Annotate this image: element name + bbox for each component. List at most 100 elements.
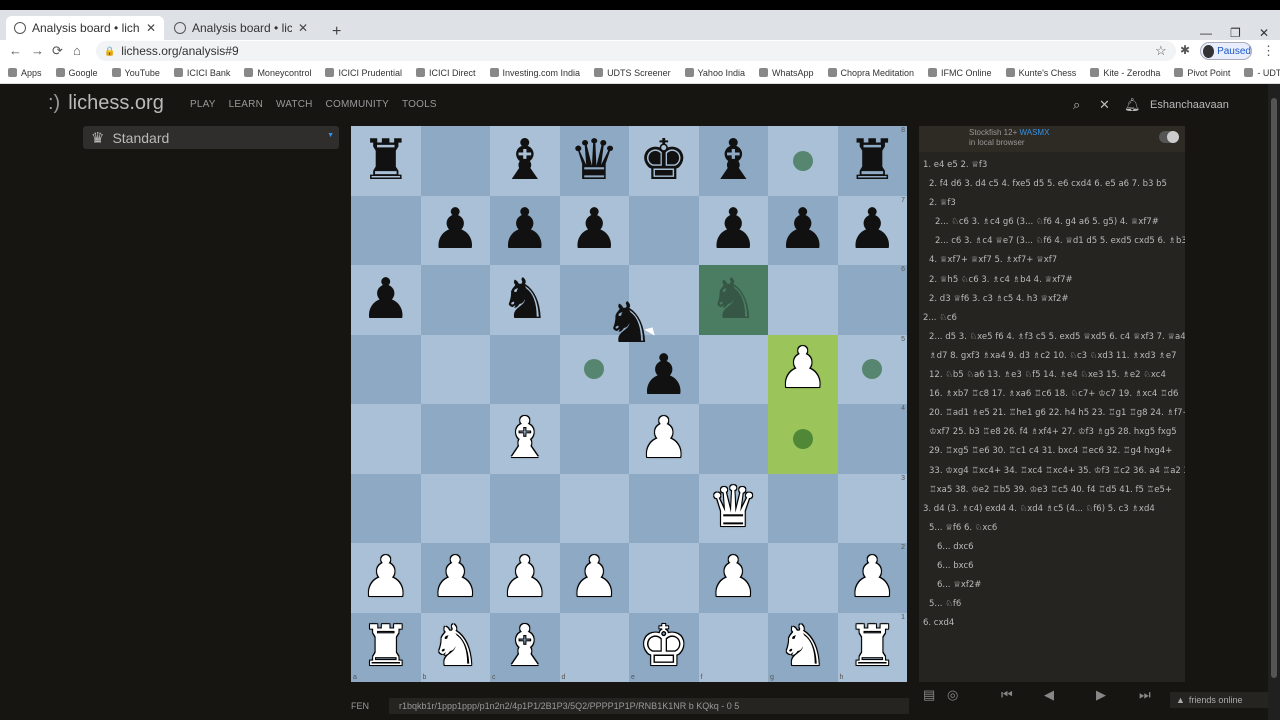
last-move-button[interactable]: ⏭	[1139, 687, 1151, 703]
white-pawn-piece[interactable]: ♟	[430, 549, 480, 606]
bookmark-item[interactable]: Moneycontrol	[244, 68, 311, 78]
bookmark-item[interactable]: Kunte's Chess	[1005, 68, 1076, 78]
black-pawn-piece[interactable]: ♟	[639, 348, 689, 404]
black-pawn-piece[interactable]: ♟	[569, 202, 619, 258]
square-a3[interactable]	[351, 473, 421, 543]
move-line[interactable]: 12. ♘b5 ♘a6 13. ♗e3 ♘f5 14. ♗e4 ♘xe3 15.…	[923, 366, 1185, 385]
square-e7[interactable]	[629, 195, 699, 265]
bookmark-item[interactable]: ICICI Prudential	[325, 68, 402, 78]
black-king-piece[interactable]: ♚	[639, 132, 689, 189]
site-logo[interactable]: :) lichess.org	[48, 92, 164, 115]
move-line[interactable]: 5... ♕f6 6. ♘xc6	[923, 519, 1185, 538]
white-bishop-piece[interactable]: ♝	[500, 410, 550, 467]
book-icon[interactable]: ▤	[923, 687, 935, 703]
move-line[interactable]: 2... ♘c6 3. ♗c4 g6 (3... ♘f6 4. g4 a6 5.…	[923, 213, 1185, 232]
white-pawn-piece[interactable]: ♟	[778, 341, 828, 397]
nav-community[interactable]: COMMUNITY	[326, 99, 389, 110]
move-line[interactable]: 6... ♕xf2#	[923, 576, 1185, 595]
bookmark-star-icon[interactable]: ☆	[1155, 43, 1167, 59]
square-h2[interactable]: ♟ 2	[837, 543, 907, 613]
square-b5[interactable]	[420, 334, 490, 404]
square-a6[interactable]: ♟	[351, 265, 421, 335]
square-a2[interactable]: ♟	[351, 543, 421, 613]
new-tab-button[interactable]: +	[332, 23, 341, 41]
black-bishop-piece[interactable]: ♝	[500, 132, 550, 189]
black-rook-piece[interactable]: ♜	[361, 132, 411, 189]
forward-button[interactable]: →	[31, 43, 44, 58]
fen-input[interactable]: r1bqkb1r/1ppp1ppp/p1n2n2/4p1P1/2B1P3/5Q2…	[389, 698, 909, 714]
square-g5[interactable]: ♟	[768, 334, 838, 404]
square-c7[interactable]: ♟	[490, 195, 560, 265]
square-f5[interactable]	[698, 334, 768, 404]
white-queen-piece[interactable]: ♛	[708, 480, 758, 536]
move-line[interactable]: 6... bxc6	[923, 557, 1185, 576]
white-pawn-piece[interactable]: ♟	[569, 549, 619, 606]
square-b1[interactable]: ♞ b	[420, 612, 490, 682]
move-line[interactable]: 5... ♘f6	[923, 595, 1185, 614]
challenge-icon[interactable]: ✕	[1099, 97, 1110, 113]
black-pawn-piece[interactable]: ♟	[430, 202, 480, 258]
move-line[interactable]: 2... d5 3. ♘xe5 f6 4. ♗f3 c5 5. exd5 ♕xd…	[923, 328, 1185, 347]
square-f2[interactable]: ♟	[698, 543, 768, 613]
home-button[interactable]: ⌂	[73, 43, 81, 58]
first-move-button[interactable]: ⏮	[1001, 687, 1013, 703]
square-h7[interactable]: ♟ 7	[837, 195, 907, 265]
variant-select[interactable]: ♛ Standard ▼	[83, 126, 339, 149]
chess-board[interactable]: ♜ ♝ ♛ ♚ ♝ ♜ 8 ♟ ♟ ♟ ♟ ♟ ♟ 7 ♟ ♞ ♞ 6 ♟ ♟ 5 ♝ ♟ 4 ♛ 3 ♟ ♟ ♟ ♟ ♟ ♟ 2 ♜ a ♞ b ♝ c d…	[351, 126, 907, 682]
legal-move-dot[interactable]	[792, 150, 813, 171]
square-c4[interactable]: ♝	[490, 404, 560, 474]
square-d2[interactable]: ♟	[559, 543, 629, 613]
square-g6[interactable]	[768, 265, 838, 335]
square-c5[interactable]	[490, 334, 560, 404]
back-button[interactable]: ←	[9, 43, 22, 58]
move-line[interactable]: ♔xf7 25. b3 ♖e8 26. f4 ♗xf4+ 27. ♔f3 ♗g5…	[923, 423, 1185, 442]
square-c2[interactable]: ♟	[490, 543, 560, 613]
square-d1[interactable]: d	[559, 612, 629, 682]
move-line[interactable]: 2... c6 3. ♗c4 ♕e7 (3... ♘f6 4. ♕d1 d5 5…	[923, 232, 1185, 251]
square-e8[interactable]: ♚	[629, 126, 699, 196]
square-f3[interactable]: ♛	[698, 473, 768, 543]
notification-bell-icon[interactable]: 🔔︎	[1124, 97, 1141, 113]
square-b4[interactable]	[420, 404, 490, 474]
nav-watch[interactable]: WATCH	[276, 99, 313, 110]
white-pawn-piece[interactable]: ♟	[847, 549, 897, 606]
square-e3[interactable]	[629, 473, 699, 543]
move-line[interactable]: 2. d3 ♕f6 3. c3 ♗c5 4. h3 ♕xf2#	[923, 290, 1185, 309]
move-line[interactable]: 6. cxd4	[923, 614, 1185, 633]
prev-move-button[interactable]: ◀	[1044, 687, 1054, 703]
square-g7[interactable]: ♟	[768, 195, 838, 265]
minimize-button[interactable]: —	[1200, 26, 1212, 40]
nav-tools[interactable]: TOOLS	[402, 99, 437, 110]
square-g8[interactable]	[768, 126, 838, 196]
square-a7[interactable]	[351, 195, 421, 265]
bookmark-item[interactable]: Google	[55, 68, 98, 78]
square-b6[interactable]	[420, 265, 490, 335]
white-rook-piece[interactable]: ♜	[847, 619, 897, 675]
bookmark-item[interactable]: Kite - Zerodha	[1090, 68, 1160, 78]
square-c8[interactable]: ♝	[490, 126, 560, 196]
square-b7[interactable]: ♟	[420, 195, 490, 265]
bookmark-item[interactable]: Chopra Meditation	[827, 68, 914, 78]
bookmark-item[interactable]: Yahoo India	[684, 68, 745, 78]
browser-menu-icon[interactable]: ⋮	[1262, 43, 1275, 59]
friends-online-button[interactable]: ▲ friends online	[1170, 692, 1268, 708]
black-bishop-piece[interactable]: ♝	[708, 132, 758, 189]
black-rook-piece[interactable]: ♜	[847, 132, 897, 189]
maximize-button[interactable]: ❐	[1230, 26, 1241, 40]
move-line[interactable]: 2. ♕f3	[923, 194, 1185, 213]
square-f6[interactable]: ♞	[698, 265, 768, 335]
bookmark-item[interactable]: Apps	[8, 68, 42, 78]
next-move-button[interactable]: ▶	[1096, 687, 1106, 703]
browser-tab-active[interactable]: Analysis board • lichess.org ✕	[6, 16, 164, 40]
square-c3[interactable]	[490, 473, 560, 543]
white-knight-piece[interactable]: ♞	[778, 619, 828, 675]
move-line[interactable]: 1. e4 e5 2. ♕f3	[923, 156, 1185, 175]
bookmark-item[interactable]: IFMC Online	[928, 68, 992, 78]
black-pawn-piece[interactable]: ♟	[847, 202, 897, 258]
profile-button[interactable]: Paused	[1200, 42, 1252, 60]
bookmark-item[interactable]: ICICI Bank	[173, 68, 230, 78]
extensions-icon[interactable]: ✱	[1180, 43, 1190, 57]
move-line[interactable]: 6... dxc6	[923, 538, 1185, 557]
close-icon[interactable]: ✕	[298, 21, 308, 35]
browser-tab-inactive[interactable]: Analysis board • lichess.org ✕	[166, 16, 316, 40]
